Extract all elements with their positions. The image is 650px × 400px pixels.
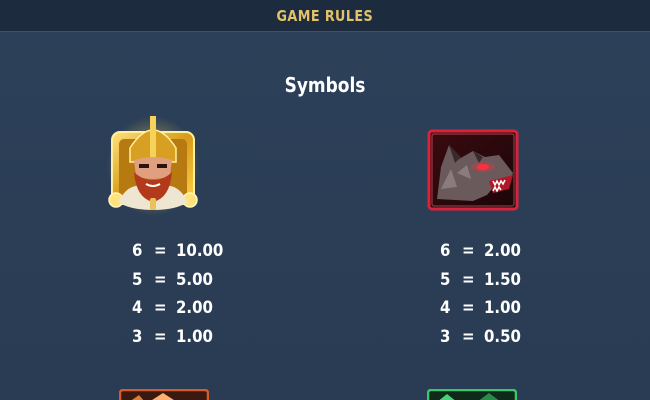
symbol-count: 4	[440, 298, 451, 318]
payout-value: 1.00	[484, 298, 521, 318]
payout-value: 2.00	[484, 241, 521, 261]
equals-sign: =	[154, 241, 167, 261]
paytable-wolf: 6 = 2.00 5 = 1.50 4 = 1.00 3 = 0.50	[440, 240, 540, 352]
section-title: Symbols	[284, 73, 366, 97]
payout-value: 2.00	[176, 298, 213, 318]
paytable-viking: 6 = 10.00 5 = 5.00 4 = 2.00 3 = 1.00	[132, 240, 232, 352]
next-symbol-icon	[119, 387, 209, 400]
symbol-count: 5	[132, 270, 143, 290]
symbol-count: 6	[440, 241, 451, 261]
payout-value: 1.50	[484, 270, 521, 290]
equals-sign: =	[154, 327, 167, 347]
rules-content[interactable]: Symbols 6 = 10.00 5 = 5.00 4 = 2.00 3 = …	[0, 32, 650, 400]
symbol-count: 6	[132, 241, 143, 261]
header-bar: GAME RULES	[0, 0, 650, 32]
symbol-count: 3	[440, 327, 451, 347]
equals-sign: =	[154, 270, 167, 290]
header-title: GAME RULES	[276, 6, 374, 25]
wolf-icon	[427, 129, 519, 211]
payout-value: 5.00	[176, 270, 213, 290]
equals-sign: =	[462, 327, 475, 347]
viking-warrior-icon	[106, 110, 200, 220]
payout-value: 10.00	[176, 241, 224, 261]
payout-value: 0.50	[484, 327, 521, 347]
symbol-count: 5	[440, 270, 451, 290]
symbol-count: 3	[132, 327, 143, 347]
equals-sign: =	[154, 298, 167, 318]
payout-value: 1.00	[176, 327, 213, 347]
next-symbol-icon	[427, 387, 517, 400]
symbol-count: 4	[132, 298, 143, 318]
equals-sign: =	[462, 241, 475, 261]
equals-sign: =	[462, 270, 475, 290]
equals-sign: =	[462, 298, 475, 318]
